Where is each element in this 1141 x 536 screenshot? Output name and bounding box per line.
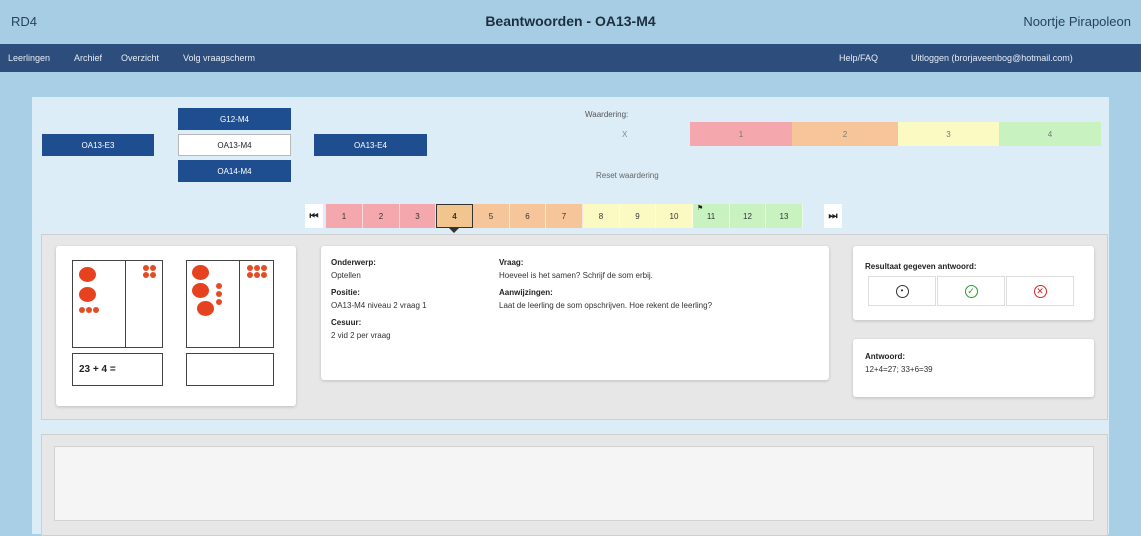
reset-rating-button[interactable]: Reset waardering	[596, 171, 659, 180]
rating-3-button[interactable]: 3	[898, 122, 999, 146]
question-8[interactable]: 8	[583, 204, 620, 228]
menu-item-archief[interactable]: Archief	[74, 53, 102, 63]
level-down-button[interactable]: OA14-M4	[178, 160, 291, 182]
level-current: OA13-M4	[178, 134, 291, 156]
rating-none-button[interactable]: X	[622, 130, 627, 139]
ten-blob	[192, 265, 209, 280]
rating-label: Waardering:	[585, 110, 629, 119]
menu-item-volg-vraagscherm[interactable]: Volg vraagscherm	[183, 53, 255, 63]
notes-panel	[41, 434, 1108, 536]
result-label: Resultaat gegeven antwoord:	[865, 262, 977, 271]
rating-1-button[interactable]: 1	[690, 122, 792, 146]
answer-box-empty	[186, 353, 274, 386]
result-wrong-button[interactable]: ✕	[1006, 276, 1074, 306]
menu-bar: Leerlingen Archief Overzicht Volg vraags…	[0, 44, 1141, 72]
question-5[interactable]: 5	[473, 204, 510, 228]
ten-blob	[192, 283, 209, 298]
ten-blob	[79, 267, 96, 282]
question-9[interactable]: 9	[620, 204, 656, 228]
ten-blob	[197, 301, 214, 316]
position-value: OA13-M4 niveau 2 vraag 1	[331, 301, 427, 310]
page-title: Beantwoorden - OA13-M4	[485, 13, 656, 29]
question-text: Hoeveel is het samen? Schrijf de som erb…	[499, 271, 653, 280]
question-1[interactable]: 1	[326, 204, 363, 228]
question-3[interactable]: 3	[400, 204, 436, 228]
image-box-left	[72, 260, 163, 348]
title-bar: RD4 Beantwoorden - OA13-M4 Noortje Pirap…	[0, 0, 1141, 44]
position-heading: Positie:	[331, 288, 360, 297]
x-circle-icon: ✕	[1033, 284, 1047, 298]
subject-heading: Onderwerp:	[331, 258, 376, 267]
check-circle-icon: ✓	[964, 284, 978, 298]
answer-value: 12+4=27; 33+6=39	[865, 365, 933, 374]
answer-label: Antwoord:	[865, 352, 905, 361]
last-question-button[interactable]: ⏭	[824, 204, 842, 228]
result-correct-button[interactable]: ✓	[937, 276, 1005, 306]
first-question-button[interactable]: ⏮	[305, 204, 323, 228]
question-7[interactable]: 7	[546, 204, 583, 228]
dot-circle-icon: •	[895, 284, 909, 298]
level-left-button[interactable]: OA13-E3	[42, 134, 154, 156]
level-up-button[interactable]: G12-M4	[178, 108, 291, 130]
menu-item-logout[interactable]: Uitloggen (brorjaveenbog@hotmail.com)	[911, 53, 1073, 63]
result-neutral-button[interactable]: •	[868, 276, 936, 306]
notes-textarea[interactable]	[54, 446, 1094, 521]
question-info-card: Onderwerp: Optellen Positie: OA13-M4 niv…	[321, 246, 829, 380]
question-12[interactable]: 12	[730, 204, 766, 228]
cesuur-heading: Cesuur:	[331, 318, 362, 327]
question-13[interactable]: 13	[766, 204, 803, 228]
equation-box: 23 + 4 =	[72, 353, 163, 386]
question-2[interactable]: 2	[363, 204, 400, 228]
hints-heading: Aanwijzingen:	[499, 288, 553, 297]
flag-icon: ⚑	[697, 205, 704, 212]
question-6[interactable]: 6	[510, 204, 546, 228]
question-10[interactable]: 10	[656, 204, 693, 228]
cesuur-value: 2 vid 2 per vraag	[331, 331, 391, 340]
menu-item-help[interactable]: Help/FAQ	[839, 53, 878, 63]
image-box-right	[186, 260, 274, 348]
menu-item-overzicht[interactable]: Overzicht	[121, 53, 159, 63]
question-4-current[interactable]: 4	[436, 204, 473, 228]
subject-value: Optellen	[331, 271, 361, 280]
user-name[interactable]: Noortje Pirapoleon	[1023, 14, 1131, 29]
menu-item-leerlingen[interactable]: Leerlingen	[8, 53, 50, 63]
level-right-button[interactable]: OA13-E4	[314, 134, 427, 156]
rating-4-button[interactable]: 4	[999, 122, 1101, 146]
answer-card: Antwoord: 12+4=27; 33+6=39	[853, 339, 1094, 397]
question-image-card: 23 + 4 =	[56, 246, 296, 406]
question-heading: Vraag:	[499, 258, 524, 267]
rating-2-button[interactable]: 2	[792, 122, 898, 146]
ten-blob	[79, 287, 96, 302]
current-question-marker	[449, 228, 459, 233]
hints-text: Laat de leerling de som opschrijven. Hoe…	[499, 301, 713, 310]
